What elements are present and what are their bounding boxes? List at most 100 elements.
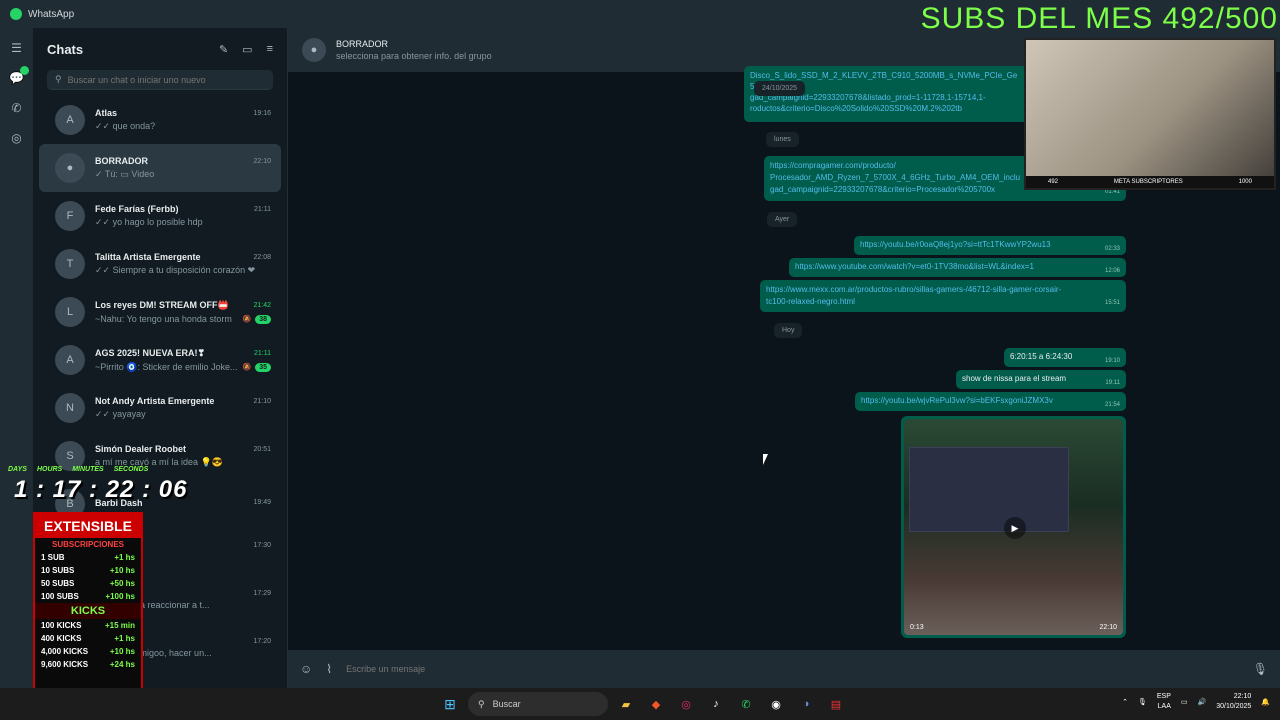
search-icon: ⚲ — [478, 698, 485, 709]
language-indicator[interactable]: ESP LAA — [1157, 692, 1171, 712]
message-input[interactable] — [346, 664, 1239, 674]
filter-icon[interactable]: ≡ — [267, 43, 273, 56]
chat-list-item[interactable]: N Not Andy Artista Emergente 21:10 ✓✓ ya… — [39, 384, 281, 432]
avatar[interactable]: A — [55, 345, 85, 375]
emoji-icon[interactable]: ☺ — [300, 662, 312, 676]
new-chat-icon[interactable]: ✎ — [219, 43, 228, 56]
system-clock[interactable]: 22:10 30/10/2025 — [1216, 692, 1251, 712]
avatar[interactable]: F — [55, 201, 85, 231]
chat-name: AGS 2025! NUEVA ERA!❣ — [95, 347, 206, 358]
promo-row-value: +10 hs — [109, 566, 135, 575]
chat-name: Fede Farías (Ferbb) — [95, 204, 179, 214]
promo-row-label: 4,000 KICKS — [41, 647, 89, 656]
muted-icon: 🔕 — [242, 364, 252, 371]
day-separator: Ayer — [767, 212, 798, 227]
microphone-tray-icon[interactable]: 🎙 — [1138, 698, 1147, 706]
message-link[interactable]: https://www.mexx.com.ar/productos-rubro/… — [766, 284, 1120, 296]
subs-current: 492 — [1048, 179, 1059, 185]
discord-icon[interactable]: ◑ — [794, 692, 818, 716]
chat-list-item[interactable]: F Fede Farías (Ferbb) 21:11 ✓✓ yo hago l… — [39, 192, 281, 240]
message-time: 02:33 — [1104, 246, 1120, 252]
chat-preview: ✓ Tú: ▭ Video — [95, 169, 155, 179]
file-explorer-icon[interactable]: ▰ — [614, 692, 638, 716]
whatsapp-taskbar-icon[interactable]: ✆ — [734, 692, 758, 716]
group-avatar[interactable]: ● — [302, 38, 326, 62]
app-icon[interactable]: ▤ — [824, 692, 848, 716]
message-time: 19:10 — [1104, 358, 1120, 364]
video-message[interactable]: ▶ 0:13 22:10 — [901, 416, 1126, 638]
message-bubble[interactable]: https://youtu.be/r0oaQ8ej1yo?si=ttTc1TKw… — [854, 236, 1126, 255]
message-link[interactable]: tc100-relaxed-negro.html — [766, 296, 1120, 308]
brave-browser-icon[interactable]: ◆ — [644, 692, 668, 716]
promo-row: 100 SUBS +100 hs — [35, 590, 141, 603]
clock-time: 22:10 — [1233, 693, 1252, 700]
chats-icon[interactable]: 💬 — [9, 66, 29, 86]
message-bubble[interactable]: show de nissa para el stream 19:11 — [956, 370, 1126, 389]
video-duration: 0:13 — [910, 624, 924, 631]
microphone-icon[interactable]: 🎙 — [1253, 662, 1268, 676]
chat-time: 19:16 — [253, 109, 271, 117]
chat-preview: ✓✓ yayayay — [95, 409, 146, 419]
chat-time: 22:10 — [253, 157, 271, 165]
play-icon[interactable]: ▶ — [1004, 517, 1026, 539]
taskbar-search[interactable]: ⚲ Buscar — [468, 692, 608, 716]
video-thumbnail[interactable]: ▶ 0:13 22:10 — [904, 419, 1123, 635]
window-title: WhatsApp — [28, 8, 75, 20]
search-input[interactable] — [67, 74, 258, 85]
message-link[interactable]: https://youtu.be/r0oaQ8ej1yo?si=ttTc1TKw… — [860, 240, 1051, 249]
avatar[interactable]: A — [55, 105, 85, 135]
status-icon[interactable]: ◎ — [9, 130, 25, 146]
message-bubble[interactable]: https://www.mexx.com.ar/productos-rubro/… — [760, 280, 1126, 312]
chat-subtitle: selecciona para obtener info. del grupo — [336, 51, 492, 61]
avatar[interactable]: L — [55, 297, 85, 327]
network-icon[interactable]: ▭ — [1181, 698, 1188, 706]
windows-taskbar: ⊞ ⚲ Buscar ▰ ◆ ◎ ♪ ✆ ◉ ◑ ▤ ⌃ 🎙 ESP LAA ▭… — [0, 688, 1280, 720]
calls-icon[interactable]: ✆ — [9, 100, 25, 116]
message-link[interactable]: https://www.youtube.com/watch?v=et0-1TV3… — [795, 262, 1034, 271]
obs-icon[interactable]: ◉ — [764, 692, 788, 716]
video-preview-screen — [909, 447, 1069, 532]
muted-icon: 🔕 — [242, 316, 252, 323]
search-bar[interactable]: ⚲ — [47, 70, 273, 90]
chat-list-item[interactable]: L Los reyes DM! STREAM OFF📛 21:42 ~Nahu:… — [39, 288, 281, 336]
avatar[interactable]: N — [55, 393, 85, 423]
chats-badge — [19, 66, 29, 75]
chat-preview: ~Nahu: Yo tengo una honda storm — [95, 314, 232, 324]
chat-name: BORRADOR — [95, 156, 148, 166]
chat-time: 22:08 — [253, 253, 271, 261]
chat-list-item[interactable]: A Atlas 19:16 ✓✓ que onda? — [39, 96, 281, 144]
attach-icon[interactable]: ⌇ — [326, 662, 332, 676]
subs-goal-overlay: SUBS DEL MES 492/500 — [920, 2, 1278, 35]
message-bubble[interactable]: 6:20:15 a 6:24:30 19:10 — [1004, 348, 1126, 367]
filter-unread-icon[interactable]: ▭ — [242, 43, 252, 56]
message-time: 12:06 — [1104, 268, 1120, 274]
promo-row-label: 50 SUBS — [41, 579, 75, 588]
chevron-up-icon[interactable]: ⌃ — [1122, 698, 1128, 706]
volume-icon[interactable]: 🔊 — [1198, 698, 1207, 706]
chat-name: Not Andy Artista Emergente — [95, 396, 215, 406]
tiktok-icon[interactable]: ♪ — [704, 692, 728, 716]
avatar[interactable]: T — [55, 249, 85, 279]
promo-row: 10 SUBS +10 hs — [35, 564, 141, 577]
language-top: ESP — [1156, 693, 1171, 700]
search-icon: ⚲ — [55, 74, 62, 84]
avatar[interactable]: ● — [55, 153, 85, 183]
promo-row-value: +1 hs — [114, 634, 135, 643]
chat-list-item[interactable]: T Talitta Artista Emergente 22:08 ✓✓ Sie… — [39, 240, 281, 288]
message-link[interactable]: https://youtu.be/wjvRePul3vw?si=bEKFsxgo… — [861, 396, 1053, 405]
sidebar-title: Chats — [47, 41, 84, 57]
menu-icon[interactable]: ☰ — [9, 40, 25, 56]
chat-preview: ✓✓ yo hago lo posible hdp — [95, 217, 203, 227]
message-bubble[interactable]: https://youtu.be/wjvRePul3vw?si=bEKFsxgo… — [855, 392, 1126, 411]
chat-name: Los reyes DM! STREAM OFF📛 — [95, 300, 229, 310]
notifications-icon[interactable]: 🔔 — [1261, 698, 1270, 706]
promo-row-label: 100 KICKS — [41, 621, 82, 630]
message-bubble[interactable]: https://www.youtube.com/watch?v=et0-1TV3… — [789, 258, 1126, 277]
subs-progress-bar: 492 META SUBSCRIPTORES 1000 — [1026, 176, 1274, 188]
chat-list-item[interactable]: ● BORRADOR 22:10 ✓ Tú: ▭ Video — [39, 144, 281, 192]
chat-preview: ✓✓ que onda? — [95, 121, 156, 131]
instagram-icon[interactable]: ◎ — [674, 692, 698, 716]
chat-list-item[interactable]: A AGS 2025! NUEVA ERA!❣ 21:11 ~Pirrito 🧿… — [39, 336, 281, 384]
windows-start-icon[interactable]: ⊞ — [438, 692, 462, 716]
promo-row-value: +50 hs — [109, 579, 135, 588]
